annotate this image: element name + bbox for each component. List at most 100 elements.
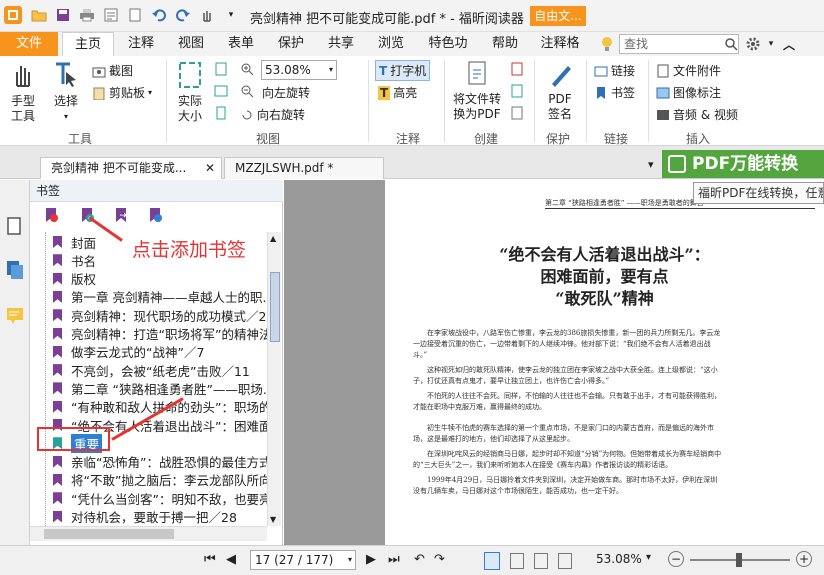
tab-home[interactable]: 主页	[62, 32, 114, 57]
doc-tab-1[interactable]: 亮剑精神 把不可能变成... ✕	[40, 157, 222, 179]
scroll-down-icon[interactable]: ▼	[270, 515, 276, 524]
scrollbar-thumb[interactable]	[270, 272, 280, 342]
fit-width-icon[interactable]	[214, 84, 228, 98]
previous-view-icon[interactable]: ↶	[414, 552, 425, 567]
rotate-left-button[interactable]: 向左旋转	[262, 84, 310, 101]
bookmark-item[interactable]: 将“不敢”抛之脑后：李云龙部队所向...	[53, 471, 267, 489]
single-page-view-icon[interactable]	[484, 552, 500, 570]
zoom-out-icon[interactable]: −	[668, 551, 684, 567]
zoom-in-icon[interactable]	[240, 62, 254, 76]
audio-video-button[interactable]: 音频 & 视频	[656, 106, 738, 123]
bookmark-horizontal-scrollbar[interactable]	[30, 526, 267, 541]
open-icon[interactable]	[30, 6, 48, 24]
last-page-icon[interactable]: ⏭	[388, 552, 400, 567]
prev-page-icon[interactable]: ◀	[226, 552, 236, 567]
bookmark-button[interactable]: 书签	[594, 84, 635, 101]
save-icon[interactable]	[54, 6, 72, 24]
continuous-facing-view-icon[interactable]	[558, 553, 572, 569]
zoom-combo[interactable]: 53.08% ▾	[261, 60, 337, 80]
tab-comment-format[interactable]: 注释格	[532, 32, 588, 56]
tab-share[interactable]: 共享	[318, 32, 364, 56]
hscroll-thumb[interactable]	[44, 529, 174, 539]
delete-bookmark-icon[interactable]	[44, 207, 58, 223]
bookmark-item[interactable]: 第一章 亮剑精神——卓越人士的职...	[53, 288, 267, 306]
file-attachment-button[interactable]: 文件附件	[656, 62, 721, 79]
scroll-up-icon[interactable]: ▲	[270, 234, 276, 243]
link-button[interactable]: 链接	[594, 62, 635, 79]
tab-comment[interactable]: 注释	[118, 32, 164, 56]
continuous-view-icon[interactable]	[510, 553, 524, 569]
pdf-convert-banner[interactable]: PDF万能转换	[662, 150, 824, 178]
image-annotation-button[interactable]: 图像标注	[656, 84, 721, 101]
select-dropdown-icon[interactable]: ▾	[48, 109, 84, 124]
tab-list-dropdown-icon[interactable]: ▾	[648, 158, 654, 171]
tab-protect[interactable]: 保护	[268, 32, 314, 56]
next-page-icon[interactable]: ▶	[366, 552, 376, 567]
next-view-icon[interactable]: ↷	[434, 552, 445, 567]
snapshot-button[interactable]: 截图	[92, 62, 133, 79]
title-bar: ▾ 亮剑精神 把不可能变成可能.pdf * - 福昕阅读器 自由文...	[0, 0, 824, 32]
customize-dropdown-icon[interactable]: ▾	[222, 6, 240, 24]
bookmark-item[interactable]: 对待机会，要敢于搏一把／28	[53, 508, 267, 526]
redo-icon[interactable]	[174, 6, 192, 24]
zoom-in-icon[interactable]: +	[796, 551, 812, 567]
hand-tool-button[interactable]: 手型 工具	[4, 60, 42, 124]
zoom-out-icon[interactable]	[240, 84, 254, 98]
typewriter-label: 打字机	[390, 64, 427, 78]
print-icon[interactable]	[78, 6, 96, 24]
bookmark-item[interactable]: 第二章 “狭路相逢勇者胜”——职场...	[53, 379, 267, 397]
context-tab-free-text[interactable]: 自由文...	[530, 6, 586, 26]
hand-quick-icon[interactable]	[198, 6, 216, 24]
close-icon[interactable]: ✕	[205, 158, 215, 178]
clipboard-button[interactable]: 剪贴板 ▾	[92, 84, 152, 101]
status-zoom-value[interactable]: 53.08%	[596, 552, 642, 566]
undo-icon[interactable]	[150, 6, 168, 24]
bookmark-item[interactable]: “凭什么当剑客”：明知不敌，也要亮...	[53, 489, 267, 507]
doc-tab-2[interactable]: MZZJLSWH.pdf *	[224, 157, 384, 179]
convert-to-pdf-button[interactable]: 将文件转 换为PDF	[450, 60, 504, 122]
page-thumbnail-icon[interactable]	[6, 216, 24, 239]
create-blank-icon[interactable]	[510, 106, 524, 120]
select-tool-button[interactable]: 选择 ▾	[48, 60, 84, 124]
pdf-sign-button[interactable]: PDF 签名	[542, 60, 578, 122]
document-viewer[interactable]: 第二章 “狭路相逢勇者胜” ——职场是勇敢者的舞台 “绝不会有人活着退出战斗”：…	[284, 180, 824, 545]
tab-features[interactable]: 特色功	[418, 32, 478, 56]
expand-bookmark-icon[interactable]	[148, 207, 162, 223]
bookmark-vertical-scrollbar[interactable]: ▲ ▼	[267, 232, 281, 526]
tab-help[interactable]: 帮助	[482, 32, 528, 56]
move-bookmark-icon[interactable]	[114, 207, 128, 223]
rotate-right-button[interactable]: 向右旋转	[240, 106, 305, 123]
actual-size-button[interactable]: 实际 大小	[172, 60, 208, 124]
bookmark-item[interactable]: 亲临“恐怖角”：战胜恐惧的最佳方式...	[53, 453, 267, 471]
bookmark-item[interactable]: 做李云龙式的“战神”／7	[53, 343, 267, 361]
first-page-icon[interactable]: ⏮	[204, 552, 216, 567]
file-menu[interactable]: 文件	[0, 32, 58, 56]
ribbon-collapse-icon[interactable]: ︿	[780, 35, 798, 53]
zoom-slider-thumb[interactable]	[736, 553, 742, 567]
tab-form[interactable]: 表单	[218, 32, 264, 56]
page-number-input[interactable]: 17 (27 / 177) ▾	[250, 550, 356, 570]
facing-view-icon[interactable]	[534, 553, 548, 569]
typewriter-button[interactable]: T 打字机	[375, 60, 431, 81]
tab-browse[interactable]: 浏览	[368, 32, 414, 56]
gear-icon[interactable]	[744, 35, 762, 53]
zoom-dropdown-icon[interactable]: ▾	[646, 552, 651, 563]
settings-dropdown-icon[interactable]: ▾	[762, 35, 780, 53]
tab-view[interactable]: 视图	[168, 32, 214, 56]
bookmark-item[interactable]: 亮剑精神：打造“职场将军”的精神法...	[53, 325, 267, 343]
create-small-icon[interactable]	[510, 62, 524, 76]
create-scan-icon[interactable]	[510, 84, 524, 98]
highlight-button[interactable]: T 高亮	[378, 84, 417, 101]
search-icon[interactable]	[722, 35, 740, 53]
bookmark-item[interactable]: 亮剑精神：现代职场的成功模式／2	[53, 306, 267, 324]
fit-page-icon[interactable]	[214, 62, 228, 76]
lightbulb-icon[interactable]	[598, 35, 616, 53]
bookmark-item[interactable]: 不亮剑，会被“纸老虎”击败／11	[53, 361, 267, 379]
fit-visible-icon[interactable]	[214, 106, 228, 120]
search-input[interactable]: 查找	[619, 34, 739, 54]
new-icon[interactable]	[126, 6, 144, 24]
layers-icon[interactable]	[6, 260, 24, 283]
bookmark-item[interactable]: 版权	[53, 270, 267, 288]
properties-icon[interactable]	[102, 6, 120, 24]
comments-icon[interactable]	[6, 306, 24, 329]
